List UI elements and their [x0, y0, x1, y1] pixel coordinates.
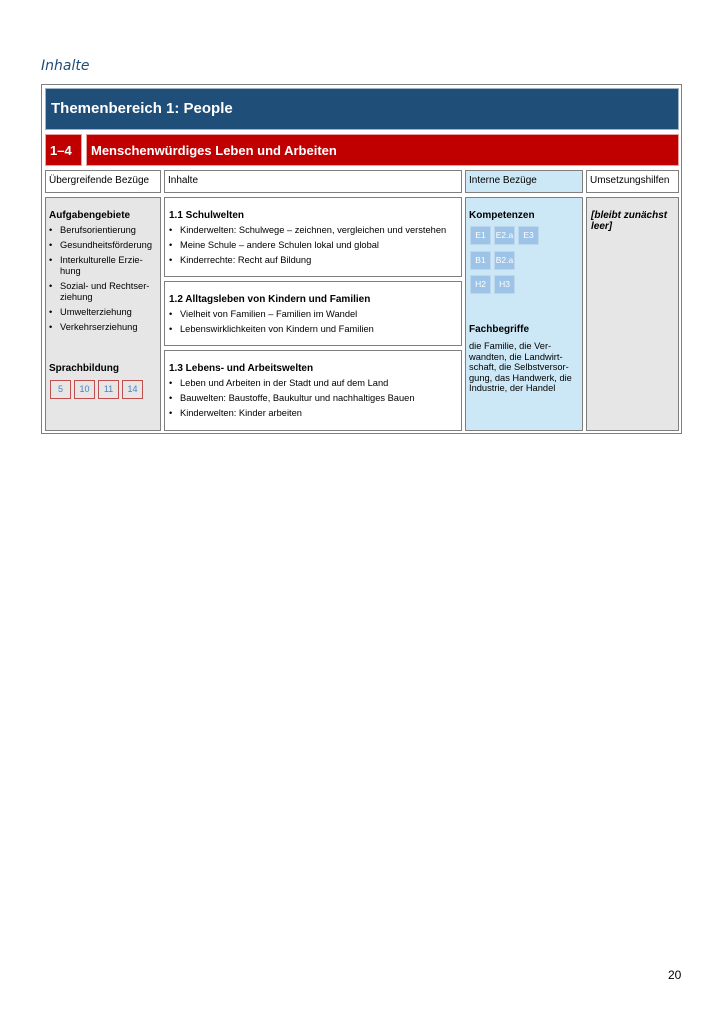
- list-item: Leben und Arbeiten in der Stadt und auf …: [169, 378, 459, 389]
- page-number: 20: [668, 968, 682, 982]
- umsetzungshilfen-text: [bleibt zunächst leer]: [591, 210, 668, 232]
- list-item: Kinderrechte: Recht auf Bildung: [169, 255, 459, 266]
- list-item: Verkehrserziehung: [49, 322, 159, 333]
- content-title: 1.1 Schulwelten: [169, 210, 245, 221]
- sprachbildung-title: Sprachbildung: [49, 363, 119, 374]
- aufgabengebiete-title: Aufgabengebiete: [49, 210, 131, 221]
- kompetenz-badge: E1: [470, 226, 491, 245]
- interne-bezuege-cell: Kompetenzen E1 E2.a E3 B1 B2.a H2 H3 Fac…: [465, 197, 583, 431]
- unit-title-cell: Menschenwürdiges Leben und Arbeiten: [86, 134, 679, 166]
- content-box-schulwelten: 1.1 Schulwelten Kinderwelten: Schulwege …: [164, 197, 462, 277]
- kompetenz-badge: B1: [470, 251, 491, 270]
- content-title: 1.3 Lebens- und Arbeitswelten: [169, 363, 314, 374]
- unit-title: Menschenwürdiges Leben und Arbeiten: [91, 143, 337, 158]
- list-item: Vielheit von Familien – Familien im Wand…: [169, 309, 459, 320]
- column-header-umsetzungshilfen: Umsetzungshilfen: [586, 170, 679, 193]
- kompetenz-badge: H3: [494, 275, 515, 294]
- kompetenz-badge: E3: [518, 226, 539, 245]
- sprachbildung-ref: 5: [50, 380, 71, 399]
- list-item: Lebenswirklichkeiten von Kindern und Fam…: [169, 324, 459, 335]
- unit-number-cell: 1–4: [45, 134, 82, 166]
- uebergreifende-bezuege-cell: Aufgabengebiete Berufsorientierung Gesun…: [45, 197, 161, 431]
- content-list: Kinderwelten: Schulwege – zeichnen, verg…: [169, 225, 459, 270]
- sprachbildung-ref: 14: [122, 380, 143, 399]
- content-list: Leben und Arbeiten in der Stadt und auf …: [169, 378, 459, 423]
- sprachbildung-ref: 11: [98, 380, 119, 399]
- sprachbildung-ref: 10: [74, 380, 95, 399]
- list-item: Interkulturelle Erzie- hung: [49, 255, 159, 277]
- content-box-lebens-arbeitswelten: 1.3 Lebens- und Arbeitswelten Leben und …: [164, 350, 462, 431]
- theme-title: Themenbereich 1: People: [51, 100, 233, 117]
- list-item: Umwelterziehung: [49, 307, 159, 318]
- theme-header: Themenbereich 1: People: [45, 88, 679, 130]
- column-header-inhalte: Inhalte: [164, 170, 462, 193]
- list-item: Bauwelten: Baustoffe, Baukultur und nach…: [169, 393, 459, 404]
- column-header-interne-bezuege: Interne Bezüge: [465, 170, 583, 193]
- list-item: Berufsorientierung: [49, 225, 159, 236]
- list-item: Gesundheitsförderung: [49, 240, 159, 251]
- list-item: Kinderwelten: Kinder arbeiten: [169, 408, 459, 419]
- list-item: Meine Schule – andere Schulen lokal und …: [169, 240, 459, 251]
- fachbegriffe-text: die Familie, die Ver- wandten, die Landw…: [469, 341, 572, 393]
- list-item: Kinderwelten: Schulwege – zeichnen, verg…: [169, 225, 459, 236]
- unit-number: 1–4: [50, 143, 72, 158]
- kompetenz-badge: B2.a: [494, 251, 515, 270]
- section-title: Inhalte: [41, 58, 90, 74]
- content-box-alltagsleben: 1.2 Alltagsleben von Kindern und Familie…: [164, 281, 462, 346]
- list-item: Sozial- und Rechtser- ziehung: [49, 281, 159, 303]
- umsetzungshilfen-cell: [bleibt zunächst leer]: [586, 197, 679, 431]
- aufgabengebiete-list: Berufsorientierung Gesundheitsförderung …: [49, 225, 159, 337]
- content-title: 1.2 Alltagsleben von Kindern und Familie…: [169, 294, 371, 305]
- content-list: Vielheit von Familien – Familien im Wand…: [169, 309, 459, 339]
- kompetenz-badge: H2: [470, 275, 491, 294]
- kompetenzen-title: Kompetenzen: [469, 210, 535, 221]
- kompetenz-badge: E2.a: [494, 226, 515, 245]
- column-header-uebergreifend: Übergreifende Bezüge: [45, 170, 161, 193]
- fachbegriffe-title: Fachbegriffe: [469, 324, 530, 335]
